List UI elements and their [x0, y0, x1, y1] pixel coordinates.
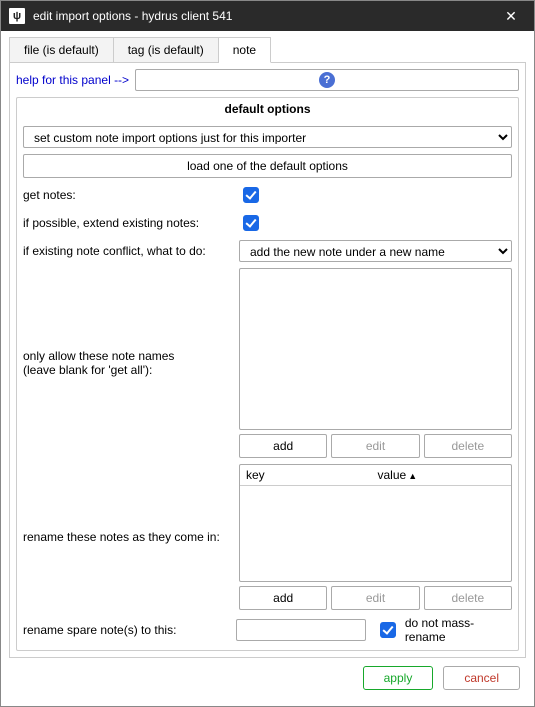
- rename-map-add-button[interactable]: add: [239, 586, 327, 610]
- spare-rename-row: rename spare note(s) to this: do not mas…: [23, 616, 512, 644]
- tab-tag[interactable]: tag (is default): [114, 37, 219, 63]
- allow-names-button-row: add edit delete: [239, 434, 512, 458]
- extend-existing-checkbox[interactable]: [243, 215, 259, 231]
- conflict-label: if existing note conflict, what to do:: [23, 244, 231, 258]
- rename-map-header: key value▲: [240, 465, 511, 486]
- extend-existing-row: if possible, extend existing notes:: [23, 212, 512, 234]
- get-notes-label: get notes:: [23, 188, 231, 202]
- rename-map-listbox[interactable]: key value▲: [239, 464, 512, 582]
- rename-map-col-key[interactable]: key: [246, 468, 374, 482]
- allow-names-label: only allow these note names (leave blank…: [23, 349, 231, 377]
- help-box[interactable]: ?: [135, 69, 519, 91]
- question-icon: ?: [319, 72, 335, 88]
- allow-names-col: add edit delete: [239, 268, 512, 458]
- help-row: help for this panel --> ?: [16, 69, 519, 91]
- allow-names-add-button[interactable]: add: [239, 434, 327, 458]
- extend-existing-label: if possible, extend existing notes:: [23, 216, 231, 230]
- default-options-fieldset: default options set custom note import o…: [16, 97, 519, 651]
- close-icon[interactable]: ✕: [496, 8, 526, 25]
- rename-map-section: rename these notes as they come in: key …: [23, 464, 512, 610]
- no-mass-rename-checkbox[interactable]: [380, 622, 396, 638]
- allow-names-delete-button[interactable]: delete: [424, 434, 512, 458]
- default-options-legend: default options: [23, 102, 512, 116]
- get-notes-row: get notes:: [23, 184, 512, 206]
- allow-names-edit-button[interactable]: edit: [331, 434, 419, 458]
- rename-map-col: key value▲ add edit delete: [239, 464, 512, 610]
- conflict-select[interactable]: add the new note under a new name: [239, 240, 512, 262]
- titlebar: ψ edit import options - hydrus client 54…: [1, 1, 534, 31]
- allow-names-section: only allow these note names (leave blank…: [23, 268, 512, 458]
- spare-rename-label: rename spare note(s) to this:: [23, 623, 226, 637]
- allow-names-listbox[interactable]: [239, 268, 512, 430]
- tab-file[interactable]: file (is default): [9, 37, 114, 63]
- app-icon: ψ: [9, 8, 25, 24]
- rename-map-delete-button[interactable]: delete: [424, 586, 512, 610]
- spare-rename-input[interactable]: [236, 619, 366, 641]
- conflict-row: if existing note conflict, what to do: a…: [23, 240, 512, 262]
- help-link[interactable]: help for this panel -->: [16, 73, 129, 87]
- tab-pane-note: help for this panel --> ? default option…: [9, 62, 526, 658]
- load-default-button[interactable]: load one of the default options: [23, 154, 512, 178]
- rename-map-label: rename these notes as they come in:: [23, 530, 231, 544]
- apply-button[interactable]: apply: [363, 666, 434, 690]
- preset-select[interactable]: set custom note import options just for …: [23, 126, 512, 148]
- footer: apply cancel: [9, 658, 526, 698]
- window-title: edit import options - hydrus client 541: [33, 9, 496, 23]
- rename-map-button-row: add edit delete: [239, 586, 512, 610]
- tab-note[interactable]: note: [219, 37, 271, 63]
- cancel-button[interactable]: cancel: [443, 666, 520, 690]
- sort-asc-icon: ▲: [408, 471, 417, 481]
- no-mass-rename-label: do not mass-rename: [405, 616, 512, 644]
- tab-bar: file (is default) tag (is default) note: [9, 37, 526, 63]
- rename-map-col-value[interactable]: value▲: [378, 468, 506, 482]
- window-body: file (is default) tag (is default) note …: [1, 31, 534, 706]
- rename-map-edit-button[interactable]: edit: [331, 586, 419, 610]
- get-notes-checkbox[interactable]: [243, 187, 259, 203]
- window: ψ edit import options - hydrus client 54…: [0, 0, 535, 707]
